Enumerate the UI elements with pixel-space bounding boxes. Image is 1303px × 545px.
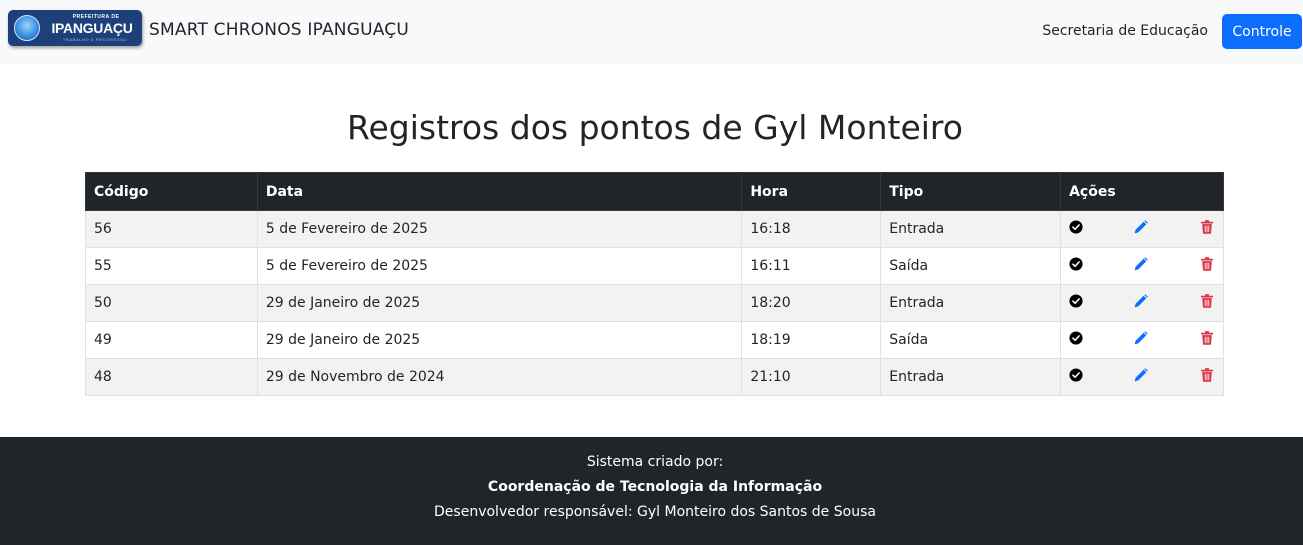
footer-created-by: Sistema criado por:	[586, 454, 724, 470]
footer-developer: Desenvolvedor responsável: Gyl Monteiro …	[434, 504, 876, 520]
cell-data: 29 de Janeiro de 2025	[256, 321, 743, 359]
cell-data: 29 de Janeiro de 2025	[256, 284, 743, 322]
cell-data: 29 de Novembro de 2024	[256, 358, 743, 396]
table-row: 55 5 de Fevereiro de 2025 16:11 Saída	[85, 247, 1224, 285]
table-header-row: Código Data Hora Tipo Ações	[85, 172, 1224, 211]
cell-codigo: 55	[85, 247, 258, 285]
column-header-codigo: Código	[85, 172, 258, 211]
pencil-icon[interactable]	[1133, 219, 1149, 239]
cell-hora: 18:19	[741, 321, 882, 359]
trash-icon[interactable]	[1200, 368, 1214, 387]
prefeitura-logo[interactable]: PREFEITURA DE IPANGUAÇU TRABALHO E PROGR…	[8, 10, 142, 46]
navbar: PREFEITURA DE IPANGUAÇU TRABALHO E PROGR…	[0, 0, 1303, 64]
check-circle-icon[interactable]	[1069, 368, 1083, 386]
pencil-icon[interactable]	[1133, 256, 1149, 276]
check-circle-icon[interactable]	[1069, 257, 1083, 275]
cell-tipo: Entrada	[880, 284, 1062, 322]
logo-emblem-icon	[14, 15, 40, 41]
records-table: Código Data Hora Tipo Ações 56 5 de Fever…	[85, 172, 1224, 396]
cell-acoes	[1060, 321, 1224, 359]
cell-hora: 21:10	[741, 358, 882, 396]
cell-data: 5 de Fevereiro de 2025	[256, 210, 743, 248]
cell-codigo: 50	[85, 284, 258, 322]
cell-codigo: 48	[85, 358, 258, 396]
check-circle-icon[interactable]	[1069, 331, 1083, 349]
check-circle-icon[interactable]	[1069, 220, 1083, 238]
pencil-icon[interactable]	[1133, 330, 1149, 350]
footer-organization: Coordenação de Tecnologia da Informação	[487, 479, 823, 495]
trash-icon[interactable]	[1200, 331, 1214, 350]
cell-data: 5 de Fevereiro de 2025	[256, 247, 743, 285]
cell-acoes	[1060, 284, 1224, 322]
cell-codigo: 56	[85, 210, 258, 248]
cell-acoes	[1060, 247, 1224, 285]
footer: Sistema criado por: Coordenação de Tecno…	[0, 437, 1303, 545]
cell-tipo: Entrada	[880, 358, 1062, 396]
app-brand[interactable]: SMART CHRONOS IPANGUAÇU	[149, 20, 409, 40]
cell-tipo: Entrada	[880, 210, 1062, 248]
check-circle-icon[interactable]	[1069, 294, 1083, 312]
cell-hora: 16:18	[741, 210, 882, 248]
page-title: Registros dos pontos de Gyl Monteiro	[347, 108, 963, 147]
nav-link-secretaria[interactable]: Secretaria de Educação	[1042, 23, 1208, 39]
table-row: 56 5 de Fevereiro de 2025 16:18 Entrada	[85, 210, 1224, 248]
controle-button[interactable]: Controle	[1222, 14, 1302, 49]
logo-main-text: IPANGUAÇU	[51, 20, 133, 36]
cell-hora: 18:20	[741, 284, 882, 322]
column-header-hora: Hora	[741, 172, 882, 211]
trash-icon[interactable]	[1200, 294, 1214, 313]
cell-acoes	[1060, 358, 1224, 396]
trash-icon[interactable]	[1200, 220, 1214, 239]
trash-icon[interactable]	[1200, 257, 1214, 276]
column-header-data: Data	[256, 172, 743, 211]
table-row: 50 29 de Janeiro de 2025 18:20 Entrada	[85, 284, 1224, 322]
column-header-tipo: Tipo	[880, 172, 1062, 211]
table-row: 49 29 de Janeiro de 2025 18:19 Saída	[85, 321, 1224, 359]
column-header-acoes: Ações	[1060, 172, 1224, 211]
cell-tipo: Saída	[880, 247, 1062, 285]
table-row: 48 29 de Novembro de 2024 21:10 Entrada	[85, 358, 1224, 396]
cell-tipo: Saída	[880, 321, 1062, 359]
pencil-icon[interactable]	[1133, 367, 1149, 387]
cell-acoes	[1060, 210, 1224, 248]
cell-codigo: 49	[85, 321, 258, 359]
cell-hora: 16:11	[741, 247, 882, 285]
logo-sub-text: TRABALHO E PROGRESSO	[62, 37, 128, 42]
pencil-icon[interactable]	[1133, 293, 1149, 313]
